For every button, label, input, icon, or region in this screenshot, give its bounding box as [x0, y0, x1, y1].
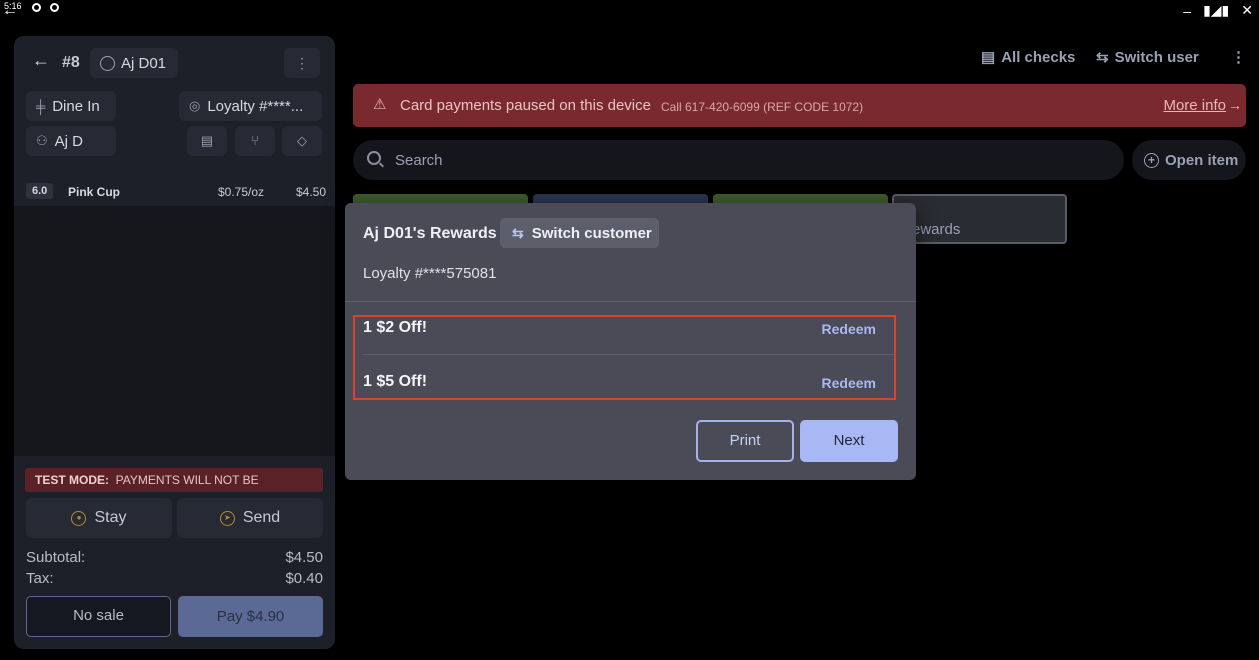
warning-icon: ⚠: [373, 96, 387, 113]
rewards-dialog: Aj D01's Rewards ⇆ Switch customer Loyal…: [345, 203, 916, 480]
next-button[interactable]: Next: [800, 420, 898, 462]
rewards-highlight-box: [353, 315, 896, 400]
print-button[interactable]: Print: [696, 420, 794, 462]
dialog-title: Aj D01's Rewards: [363, 225, 497, 242]
discount-tag-icon[interactable]: ◇: [282, 126, 322, 156]
test-mode-label: TEST MODE:: [35, 473, 109, 487]
loyalty-button[interactable]: ◎ Loyalty #****...: [179, 91, 322, 121]
tax-value: $0.40: [285, 570, 323, 587]
no-sale-button[interactable]: No sale: [26, 596, 171, 637]
arrow-right-icon: →: [1228, 97, 1242, 113]
search-input[interactable]: Search: [353, 140, 1124, 180]
status-bar: ← 5:16 – ▮◢▮ ✕: [0, 0, 1259, 22]
subtotal-label: Subtotal:: [26, 549, 86, 566]
item-quantity: 6.0: [26, 183, 54, 199]
loyalty-number: Loyalty #****575081: [363, 265, 497, 282]
search-icon: [367, 151, 381, 165]
receipt-icon[interactable]: ▤: [187, 126, 227, 156]
rewards-tile[interactable]: ewards: [892, 194, 1067, 244]
order-footer: TEST MODE: PAYMENTS WILL NOT BE PROCESSE…: [14, 456, 335, 649]
more-info-link[interactable]: More info: [1163, 97, 1226, 114]
overflow-menu-icon[interactable]: ⋮: [1231, 48, 1246, 66]
open-item-button[interactable]: + Open item: [1132, 140, 1246, 180]
more-options-button[interactable]: ⋮: [284, 48, 320, 78]
order-panel: ← #8 Aj D01 ⋮ ╪ Dine In ◎ Loyalty #****.…: [14, 36, 335, 649]
shield-icon: [32, 3, 41, 12]
send-icon: ➤: [219, 510, 235, 526]
customer-name: Aj D01: [121, 54, 167, 72]
switch-user-label: Switch user: [1114, 48, 1199, 66]
rewards-tile-label: ewards: [912, 221, 961, 238]
loyalty-label: Loyalty #****...: [207, 97, 304, 115]
swap-icon: ⇆: [512, 224, 524, 241]
subtotal-value: $4.50: [285, 549, 323, 566]
server-icon: ⚇: [36, 133, 48, 148]
test-mode-banner: TEST MODE: PAYMENTS WILL NOT BE PROCESSE…: [25, 468, 323, 511]
item-unit-price: $0.75/oz: [218, 185, 265, 199]
swap-icon: ⇆: [1096, 49, 1109, 66]
item-name: Pink Cup: [68, 185, 121, 199]
tax-label: Tax:: [26, 570, 54, 587]
user-icon: [100, 55, 115, 71]
notification-icon: [50, 3, 59, 12]
server-button[interactable]: ⚇ Aj D: [26, 126, 116, 156]
open-item-label: Open item: [1165, 151, 1239, 169]
switch-user-button[interactable]: ⇆ Switch user: [1096, 48, 1199, 67]
customer-chip[interactable]: Aj D01: [90, 48, 178, 78]
check-number: #8: [62, 54, 80, 71]
minimize-icon[interactable]: –: [1183, 3, 1191, 19]
back-arrow-icon[interactable]: ←: [32, 50, 50, 71]
stay-label: Stay: [94, 509, 127, 526]
table-icon: ╪: [36, 98, 46, 114]
stay-button[interactable]: ● Stay: [26, 498, 172, 538]
checks-icon: ▤: [981, 49, 996, 66]
payment-alert-banner: ⚠ Card payments paused on this device Ca…: [353, 84, 1246, 127]
loyalty-icon: ◎: [189, 98, 201, 113]
search-placeholder: Search: [395, 152, 443, 169]
server-label: Aj D: [54, 132, 83, 150]
window-controls: – ▮◢▮ ✕: [1183, 2, 1253, 19]
stay-icon: ●: [71, 510, 87, 526]
send-button[interactable]: ➤ Send: [177, 498, 323, 538]
pay-button[interactable]: Pay $4.90: [178, 596, 323, 637]
dine-option-button[interactable]: ╪ Dine In: [26, 91, 116, 121]
dine-option-label: Dine In: [52, 97, 100, 115]
status-time: 5:16: [4, 1, 22, 11]
all-checks-button[interactable]: ▤ All checks: [981, 48, 1076, 67]
item-price: $4.50: [295, 185, 326, 199]
switch-customer-label: Switch customer: [531, 224, 652, 242]
alert-text: Card payments paused on this device: [400, 97, 651, 114]
list-item[interactable]: 6.0 Pink Cup $0.75/oz $4.50: [26, 183, 326, 201]
alert-subtext: Call 617-420-6099 (REF CODE 1072): [661, 100, 864, 114]
subtotal-row: Subtotal: $4.50: [26, 549, 323, 566]
split-icon[interactable]: ⑂: [235, 126, 275, 156]
tax-row: Tax: $0.40: [26, 570, 323, 587]
close-icon[interactable]: ✕: [1241, 2, 1253, 19]
divider: [345, 301, 916, 302]
all-checks-label: All checks: [1001, 48, 1076, 66]
order-header: ← #8 Aj D01 ⋮ ╪ Dine In ◎ Loyalty #****.…: [14, 36, 335, 206]
battery-icon: ▮◢▮: [1203, 2, 1230, 18]
switch-customer-button[interactable]: ⇆ Switch customer: [500, 218, 659, 248]
plus-icon: +: [1144, 152, 1159, 168]
send-label: Send: [242, 509, 281, 526]
